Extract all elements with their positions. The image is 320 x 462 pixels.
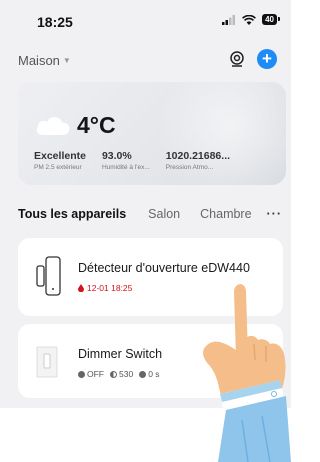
weather-card[interactable]: 4°C Excellente PM 2.5 extérieur 93.0% Hu… [18,82,286,185]
stat-timer: 0 s [139,369,160,379]
metric-pm25: Excellente PM 2.5 extérieur [34,150,86,171]
dimmer-switch-icon [36,346,58,378]
stat-power: OFF [78,369,104,379]
metric-label: Pression Atmo... [165,164,214,171]
home-name: Maison [18,53,60,68]
metric-pressure: 1020.21686... Pression Atmo... [166,150,230,171]
timer-dot-icon [139,370,147,378]
brightness-icon [110,370,117,378]
door-sensor-icon [36,256,61,296]
pointing-hand-icon [203,284,291,462]
tab-all-devices[interactable]: Tous les appareils [18,207,126,221]
stat-timer-text: 0 s [148,369,160,379]
add-icon[interactable]: + [257,49,277,69]
status-bar: 18:25 40 [0,0,291,40]
device-name: Dimmer Switch [78,347,163,361]
power-dot-icon [78,370,85,378]
battery-icon: 40 [262,14,280,25]
metric-label: PM 2.5 extérieur [34,164,82,171]
status-time: 18:25 [37,14,73,30]
metric-value: Excellente [34,150,86,162]
metric-label: Humidité à l'ex... [101,164,150,171]
tab-chambre[interactable]: Chambre [200,207,251,221]
cloud-icon [36,117,70,135]
device-stats: OFF 530 0 s [78,369,160,379]
room-tabs: Tous les appareils Salon Chambre ··· [18,207,284,221]
signal-icon [222,14,236,25]
home-selector[interactable]: Maison ▼ [18,53,71,68]
metric-value: 93.0% [101,150,132,162]
wifi-icon [242,14,257,25]
stat-power-text: OFF [87,369,104,379]
device-status-text: 12-01 18:25 [87,283,133,293]
stat-brightness: 530 [110,369,133,379]
temperature: 4°C [77,112,116,138]
device-status: 12-01 18:25 [78,283,132,293]
more-icon[interactable]: ··· [267,207,283,221]
metric-humidity: 93.0% Humidité à l'ex... [102,150,150,171]
header-actions: + [229,49,277,69]
target-icon[interactable] [229,51,245,67]
alert-drop-icon [78,284,84,292]
metric-value: 1020.21686... [165,150,231,162]
tab-salon[interactable]: Salon [148,207,180,221]
weather-metrics: Excellente PM 2.5 extérieur 93.0% Humidi… [34,150,246,171]
stat-brightness-text: 530 [119,369,134,379]
status-icons: 40 [222,14,280,25]
dropdown-caret-icon: ▼ [62,56,71,65]
